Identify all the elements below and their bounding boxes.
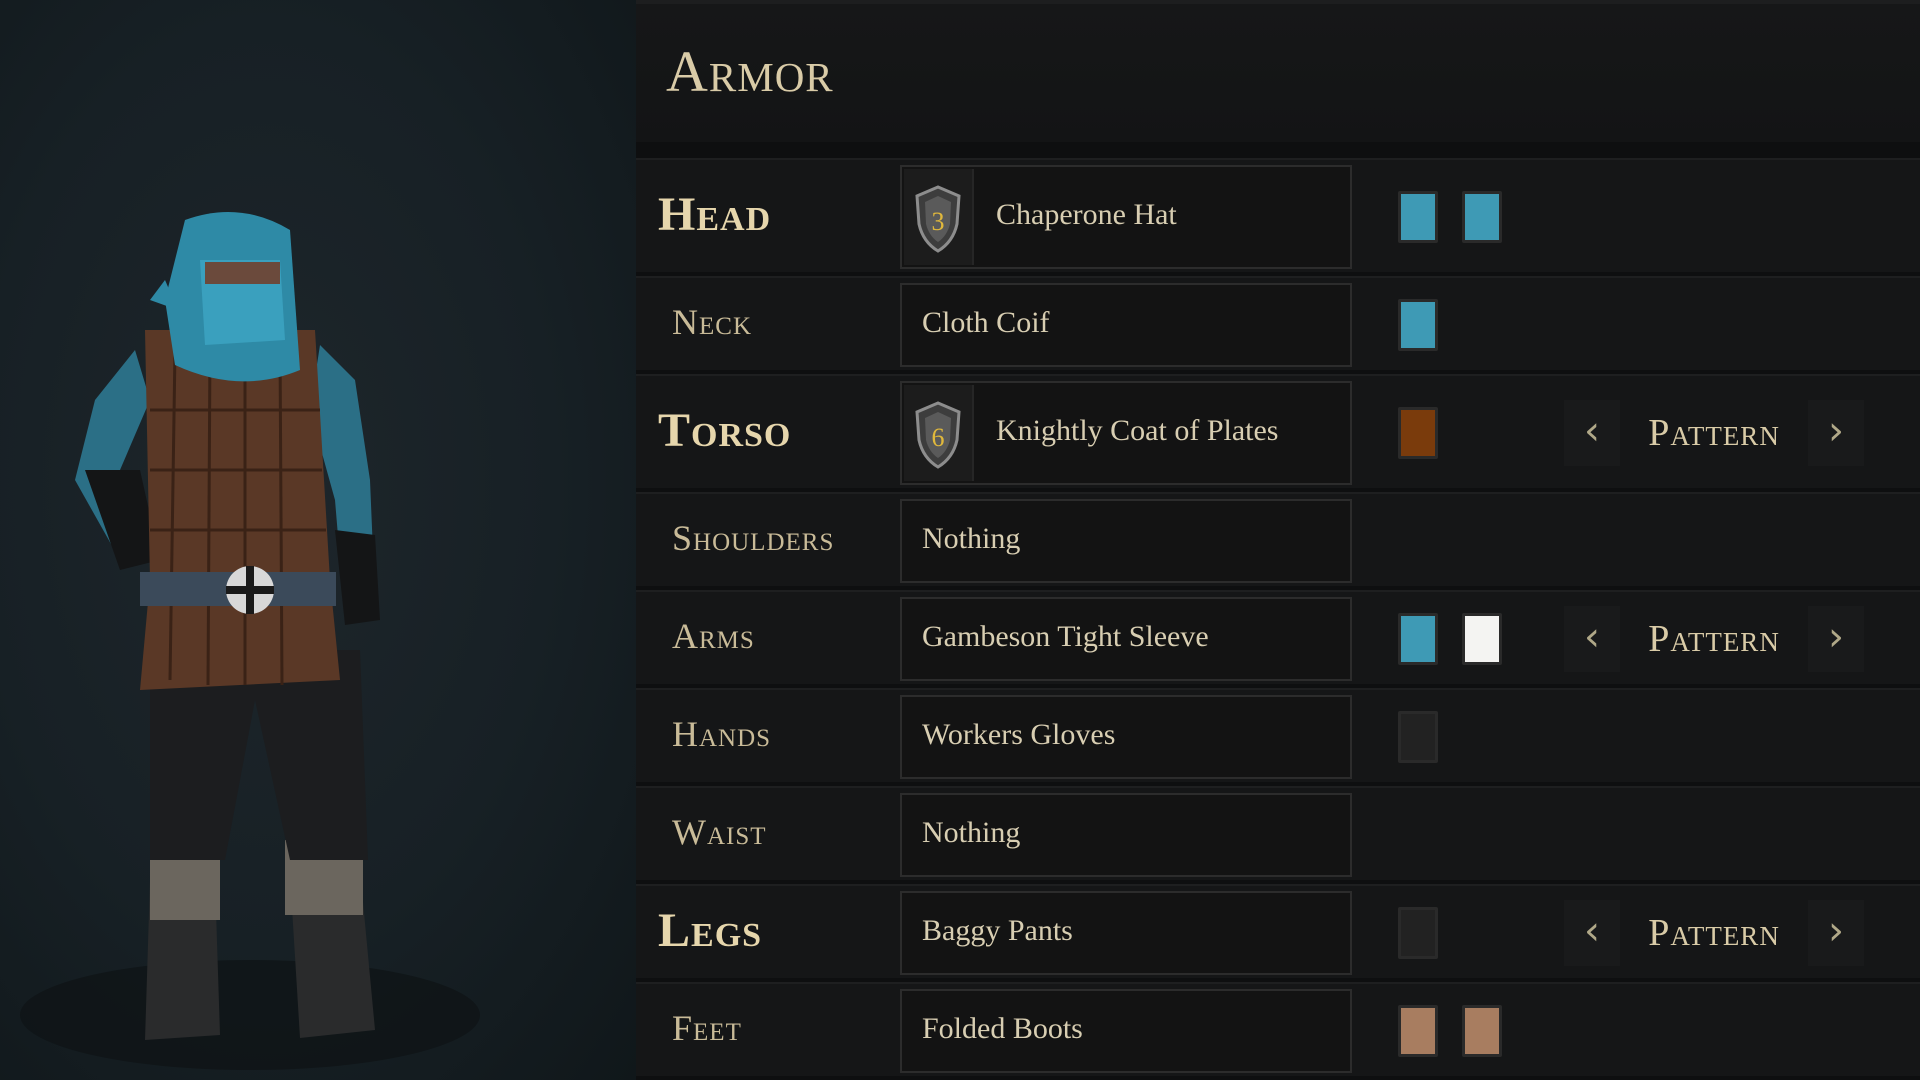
item-name: Baggy Pants — [922, 914, 1073, 947]
color-swatch-1[interactable] — [1398, 299, 1438, 351]
item-select-feet[interactable]: Folded Boots — [900, 989, 1352, 1073]
slot-row-head: Head 3 Chaperone Hat — [636, 158, 1920, 272]
chevron-right-icon[interactable]: › — [1808, 900, 1864, 966]
color-swatch-1[interactable] — [1398, 1005, 1438, 1057]
pattern-label: Pattern — [1648, 912, 1780, 954]
shield-icon: 6 — [915, 401, 961, 469]
tier-badge: 6 — [904, 385, 974, 481]
slot-row-feet: Feet Folded Boots — [636, 982, 1920, 1076]
chevron-right-icon[interactable]: › — [1808, 400, 1864, 466]
item-name: Gambeson Tight Sleeve — [922, 620, 1209, 653]
color-swatch-1[interactable] — [1398, 613, 1438, 665]
pattern-label: Pattern — [1648, 412, 1780, 454]
slot-row-waist: Waist Nothing — [636, 786, 1920, 880]
chevron-left-icon[interactable]: ‹ — [1564, 400, 1620, 466]
character-figure — [20, 212, 480, 1070]
slot-label-hands: Hands — [672, 714, 772, 754]
chevron-left-icon[interactable]: ‹ — [1564, 606, 1620, 672]
slot-row-neck: Neck Cloth Coif — [636, 276, 1920, 370]
item-name: Chaperone Hat — [996, 198, 1177, 231]
item-name: Folded Boots — [922, 1012, 1083, 1045]
slot-label-arms: Arms — [672, 616, 755, 656]
character-armor-screen: Armor Head 3 Chaperone Hat Neck Cloth Coif To… — [0, 0, 1920, 1080]
color-swatch-2[interactable] — [1462, 191, 1502, 243]
panel-header: Armor — [636, 0, 1920, 142]
item-select-arms[interactable]: Gambeson Tight Sleeve — [900, 597, 1352, 681]
item-select-head[interactable]: 3 Chaperone Hat — [900, 165, 1352, 269]
shield-icon: 3 — [915, 185, 961, 253]
pattern-selector: ‹ Pattern › — [1564, 606, 1864, 672]
slot-label-feet: Feet — [672, 1008, 742, 1048]
pattern-selector: ‹ Pattern › — [1564, 900, 1864, 966]
slot-label-waist: Waist — [672, 812, 767, 852]
slot-label-neck: Neck — [672, 302, 752, 342]
slot-label-legs: Legs — [658, 904, 763, 957]
item-select-hands[interactable]: Workers Gloves — [900, 695, 1352, 779]
pattern-label: Pattern — [1648, 618, 1780, 660]
color-swatch-1[interactable] — [1398, 407, 1438, 459]
tier-number: 3 — [932, 207, 945, 236]
pattern-selector: ‹ Pattern › — [1564, 400, 1864, 466]
color-swatch-1[interactable] — [1398, 191, 1438, 243]
item-name: Nothing — [922, 816, 1021, 849]
item-select-legs[interactable]: Baggy Pants — [900, 891, 1352, 975]
slot-row-torso: Torso 6 Knightly Coat of Plates ‹ Pattern › — [636, 374, 1920, 488]
slot-label-head: Head — [658, 188, 772, 241]
panel-title: Armor — [666, 39, 834, 104]
slot-row-shoulders: Shoulders Nothing — [636, 492, 1920, 586]
item-select-neck[interactable]: Cloth Coif — [900, 283, 1352, 367]
tier-badge: 3 — [904, 169, 974, 265]
color-swatch-1[interactable] — [1398, 711, 1438, 763]
tier-number: 6 — [932, 423, 945, 452]
color-swatch-1[interactable] — [1398, 907, 1438, 959]
chevron-left-icon[interactable]: ‹ — [1564, 900, 1620, 966]
slot-row-legs: Legs Baggy Pants ‹ Pattern › — [636, 884, 1920, 978]
item-name: Knightly Coat of Plates — [996, 414, 1279, 447]
chevron-right-icon[interactable]: › — [1808, 606, 1864, 672]
item-select-shoulders[interactable]: Nothing — [900, 499, 1352, 583]
character-preview[interactable] — [0, 0, 636, 1080]
slot-label-torso: Torso — [658, 404, 792, 457]
color-swatch-2[interactable] — [1462, 613, 1502, 665]
item-name: Workers Gloves — [922, 718, 1116, 751]
slot-label-shoulders: Shoulders — [672, 518, 835, 558]
item-select-waist[interactable]: Nothing — [900, 793, 1352, 877]
item-name: Nothing — [922, 522, 1021, 555]
slot-row-arms: Arms Gambeson Tight Sleeve ‹ Pattern › — [636, 590, 1920, 684]
color-swatch-2[interactable] — [1462, 1005, 1502, 1057]
item-name: Cloth Coif — [922, 306, 1050, 339]
item-select-torso[interactable]: 6 Knightly Coat of Plates — [900, 381, 1352, 485]
slot-row-hands: Hands Workers Gloves — [636, 688, 1920, 782]
armor-panel: Armor Head 3 Chaperone Hat Neck Cloth Coif To… — [636, 0, 1920, 1080]
